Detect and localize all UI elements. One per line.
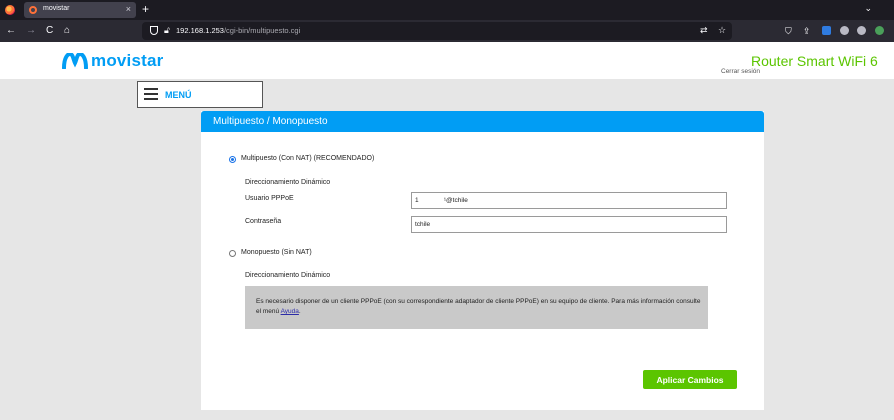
- home-icon[interactable]: ⌂: [64, 24, 70, 38]
- movistar-logo-icon[interactable]: [62, 53, 88, 69]
- extension-icon-3[interactable]: [875, 26, 884, 35]
- firefox-logo-icon: [5, 5, 15, 15]
- tab-list-chevron-icon[interactable]: ⌄: [864, 3, 872, 14]
- site-header: movistar Router Smart WiFi 6 Cerrar sesi…: [0, 42, 894, 79]
- multipuesto-section-label: Direccionamiento Dinámico: [245, 179, 331, 186]
- multipuesto-label[interactable]: Multipuesto (Con NAT) (RECOMENDADO): [241, 155, 374, 162]
- forward-arrow-icon[interactable]: →: [26, 24, 36, 38]
- product-name: Router Smart WiFi 6: [751, 53, 878, 69]
- apply-changes-button[interactable]: Aplicar Cambios: [643, 370, 737, 389]
- extension-shield-icon[interactable]: [822, 26, 831, 35]
- new-tab-icon[interactable]: +: [142, 2, 149, 16]
- menu-label: MENÚ: [165, 90, 192, 100]
- bookmark-star-icon[interactable]: ☆: [718, 25, 726, 36]
- pppoe-user-input[interactable]: [411, 192, 727, 209]
- tracking-shield-icon[interactable]: [150, 26, 158, 35]
- hamburger-icon: [144, 88, 158, 100]
- insecure-lock-icon[interactable]: 🔓︎: [164, 25, 170, 36]
- page-title: Multipuesto / Monopuesto: [213, 116, 328, 127]
- tab-favicon-icon: [29, 6, 37, 14]
- info-text: Es necesario disponer de un cliente PPPo…: [256, 298, 701, 315]
- browser-tab-bar: movistar × + ⌄: [0, 0, 894, 20]
- menu-button[interactable]: MENÚ: [137, 81, 263, 108]
- reload-icon[interactable]: C: [46, 24, 53, 38]
- monopuesto-section-label: Direccionamiento Dinámico: [245, 272, 331, 279]
- monopuesto-radio[interactable]: [229, 250, 236, 257]
- monopuesto-label[interactable]: Monopuesto (Sin NAT): [241, 249, 312, 256]
- password-input[interactable]: [411, 216, 727, 233]
- tab-close-icon[interactable]: ×: [126, 4, 131, 14]
- pocket-icon[interactable]: ⛉: [785, 26, 792, 37]
- back-arrow-icon[interactable]: ←: [6, 24, 16, 38]
- panel-header: Multipuesto / Monopuesto: [201, 111, 764, 132]
- multipuesto-radio[interactable]: [229, 156, 236, 163]
- address-bar[interactable]: 🔓︎ 192.168.1.253/cgi-bin/multipuesto.cgi…: [142, 22, 732, 40]
- password-label: Contraseña: [245, 218, 282, 225]
- translate-icon[interactable]: ⇄: [700, 25, 708, 36]
- settings-panel: Multipuesto / Monopuesto Multipuesto (Co…: [201, 111, 764, 410]
- pppoe-user-label: Usuario PPPoE: [245, 195, 294, 202]
- browser-tab[interactable]: movistar ×: [24, 2, 136, 18]
- browser-toolbar: ← → C ⌂ 🔓︎ 192.168.1.253/cgi-bin/multipu…: [0, 20, 894, 42]
- tab-title: movistar: [43, 5, 70, 12]
- extension-icon[interactable]: [840, 26, 849, 35]
- url-text[interactable]: 192.168.1.253/cgi-bin/multipuesto.cgi: [176, 26, 300, 35]
- logout-link[interactable]: Cerrar sesión: [721, 68, 760, 75]
- help-link[interactable]: Ayuda: [281, 308, 299, 315]
- share-icon[interactable]: ⇪: [803, 26, 811, 37]
- info-box: Es necesario disponer de un cliente PPPo…: [245, 286, 708, 329]
- extension-icon-2[interactable]: [857, 26, 866, 35]
- logo-text[interactable]: movistar: [91, 51, 163, 71]
